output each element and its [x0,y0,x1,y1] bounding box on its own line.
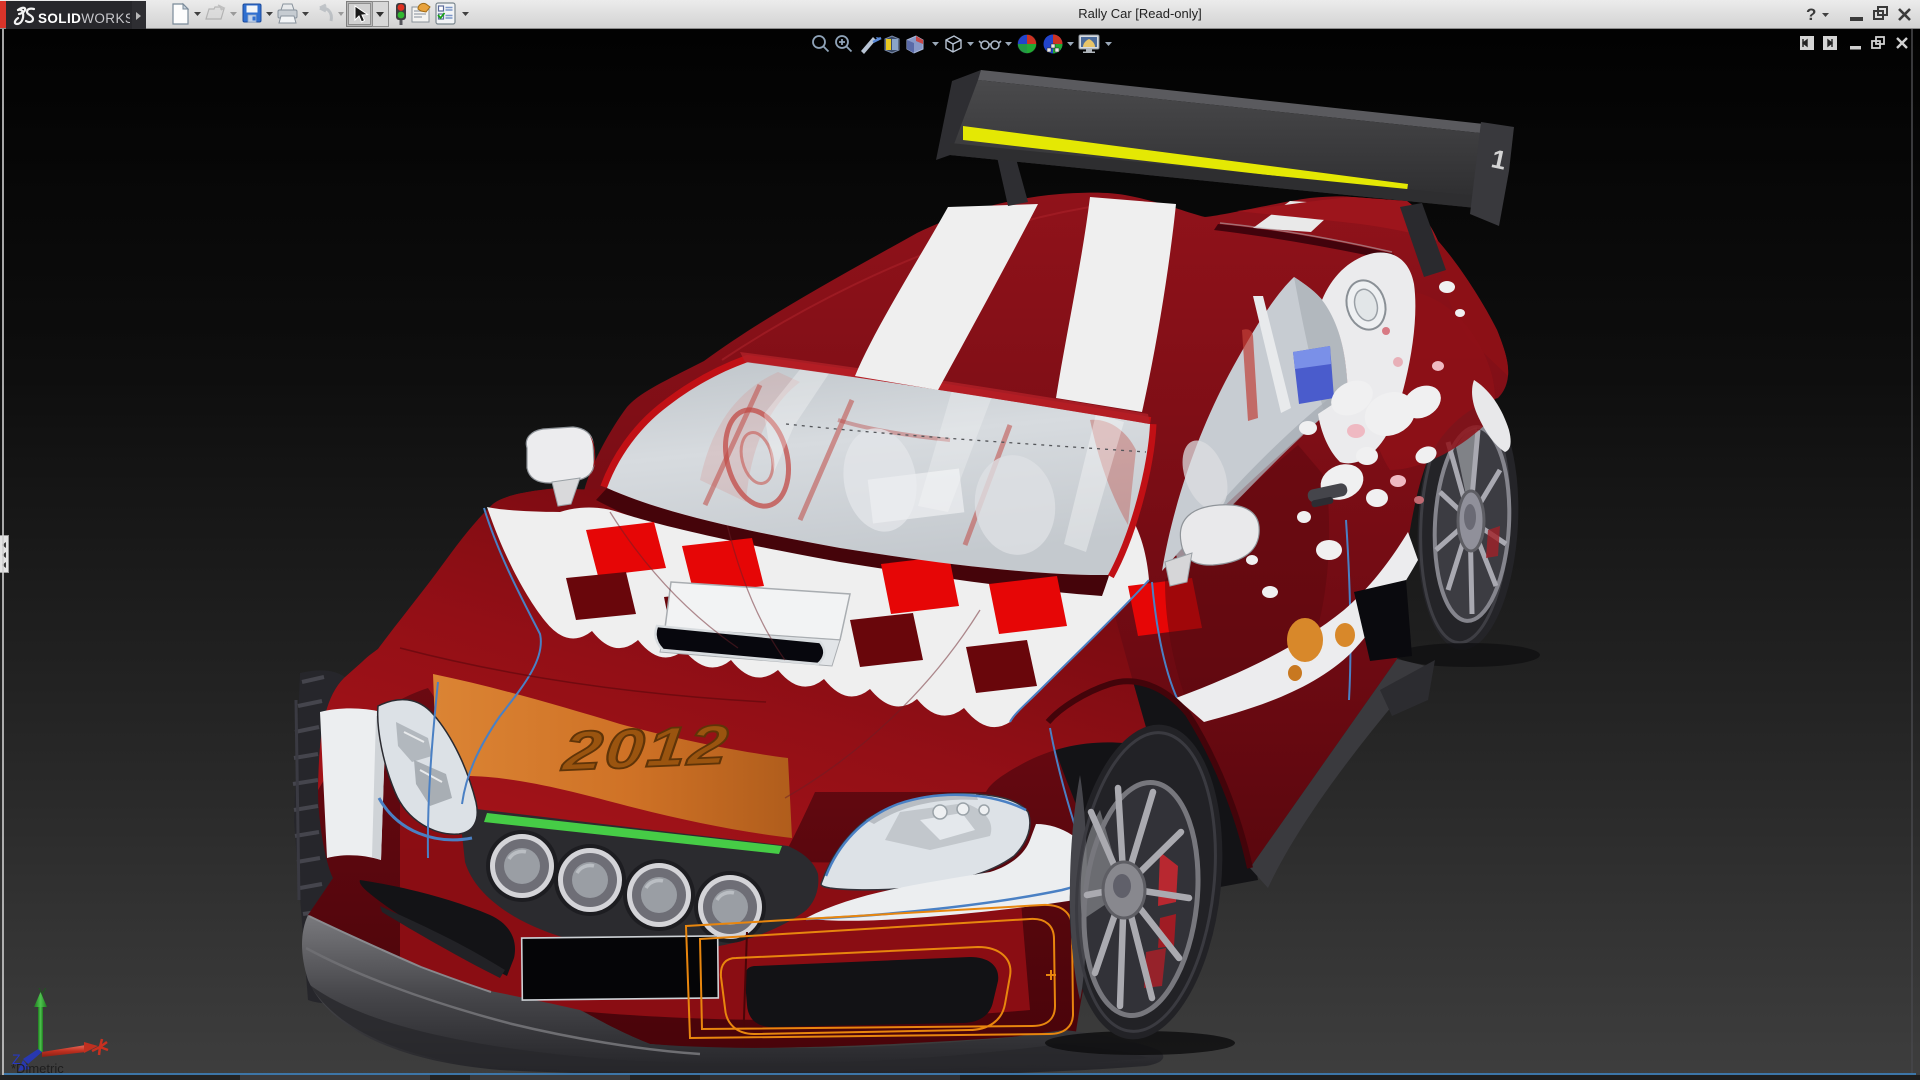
svg-text:2012: 2012 [559,714,733,782]
